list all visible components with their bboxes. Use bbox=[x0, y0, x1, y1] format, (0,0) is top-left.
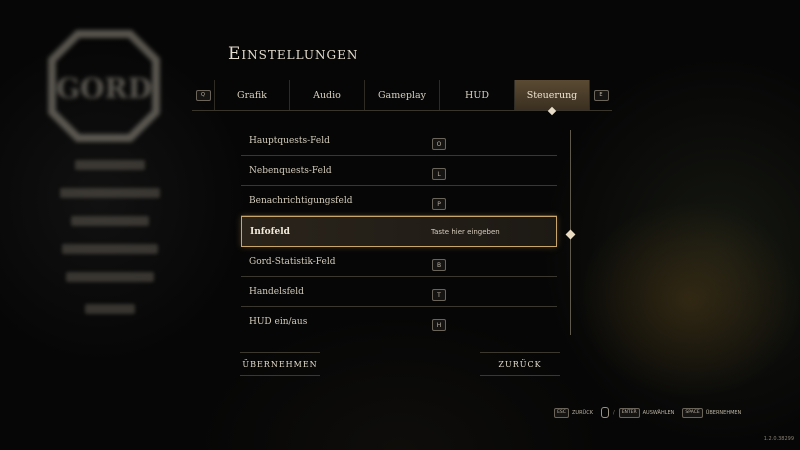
game-logo-icon: GORD bbox=[48, 30, 160, 142]
tab-hud[interactable]: HUD bbox=[439, 80, 514, 110]
tab-prev-key[interactable]: Q bbox=[192, 80, 214, 110]
keybinding-label: Hauptquests-Feld bbox=[249, 135, 330, 146]
controls-hint-bar: ESC ZURÜCK / ENTER AUSWÄHLEN SPACE ÜBERN… bbox=[554, 407, 741, 418]
keybinding-row[interactable]: HUD ein/aus H bbox=[241, 307, 557, 336]
page-title: Einstellungen bbox=[228, 44, 359, 64]
keybinding-row[interactable]: Hauptquests-Feld O bbox=[241, 126, 557, 156]
keybinding-row[interactable]: Nebenquests-Feld L bbox=[241, 156, 557, 186]
space-key-icon: SPACE bbox=[682, 407, 703, 418]
version-label: 1.2.0.38299 bbox=[763, 436, 794, 442]
tab-next-key[interactable]: E bbox=[589, 80, 612, 110]
back-button[interactable]: ZURÜCK bbox=[480, 352, 560, 376]
key-binding-value: P bbox=[432, 198, 446, 211]
apply-button[interactable]: ÜBERNEHMEN bbox=[240, 352, 320, 376]
esc-hint-label: ZURÜCK bbox=[572, 409, 593, 416]
settings-tabs: Q Grafik Audio Gameplay HUD Steuerung E bbox=[192, 80, 612, 111]
key-input-prompt: Taste hier eingeben bbox=[431, 227, 500, 236]
esc-key-icon: ESC bbox=[554, 407, 569, 418]
keybinding-label: Handelsfeld bbox=[249, 286, 304, 297]
svg-text:GORD: GORD bbox=[56, 72, 152, 105]
tab-grafik[interactable]: Grafik bbox=[214, 80, 289, 110]
tab-audio[interactable]: Audio bbox=[289, 80, 364, 110]
keybinding-label: Nebenquests-Feld bbox=[249, 165, 332, 176]
key-binding-value: T bbox=[432, 289, 446, 302]
mouse-icon bbox=[601, 407, 609, 418]
keybinding-label: Infofeld bbox=[250, 226, 290, 237]
enter-hint-label: AUSWÄHLEN bbox=[642, 409, 675, 416]
keybinding-row[interactable]: Gord-Statistik-Feld B bbox=[241, 247, 557, 277]
hint-separator: / bbox=[613, 409, 615, 416]
keybinding-label: HUD ein/aus bbox=[249, 316, 308, 327]
enter-key-icon: ENTER bbox=[618, 407, 640, 418]
keybinding-label: Gord-Statistik-Feld bbox=[249, 256, 336, 267]
keybinding-row-selected[interactable]: Infofeld Taste hier eingeben bbox=[241, 216, 557, 247]
main-menu-blurred bbox=[40, 160, 180, 332]
keybinding-list: Hauptquests-Feld O Nebenquests-Feld L Be… bbox=[241, 126, 557, 336]
keybinding-row[interactable]: Benachrichtigungsfeld P bbox=[241, 186, 557, 216]
key-binding-value: L bbox=[432, 168, 446, 181]
tab-gameplay[interactable]: Gameplay bbox=[364, 80, 439, 110]
key-binding-value: O bbox=[432, 138, 446, 151]
key-binding-value: B bbox=[432, 259, 446, 272]
q-key-icon: Q bbox=[195, 89, 211, 101]
tab-steuerung[interactable]: Steuerung bbox=[514, 80, 589, 110]
key-binding-value: H bbox=[432, 319, 446, 332]
keybinding-row[interactable]: Handelsfeld T bbox=[241, 277, 557, 307]
space-hint-label: ÜBERNEHMEN bbox=[705, 409, 742, 416]
e-key-icon: E bbox=[593, 89, 609, 101]
keybinding-label: Benachrichtigungsfeld bbox=[249, 195, 353, 206]
